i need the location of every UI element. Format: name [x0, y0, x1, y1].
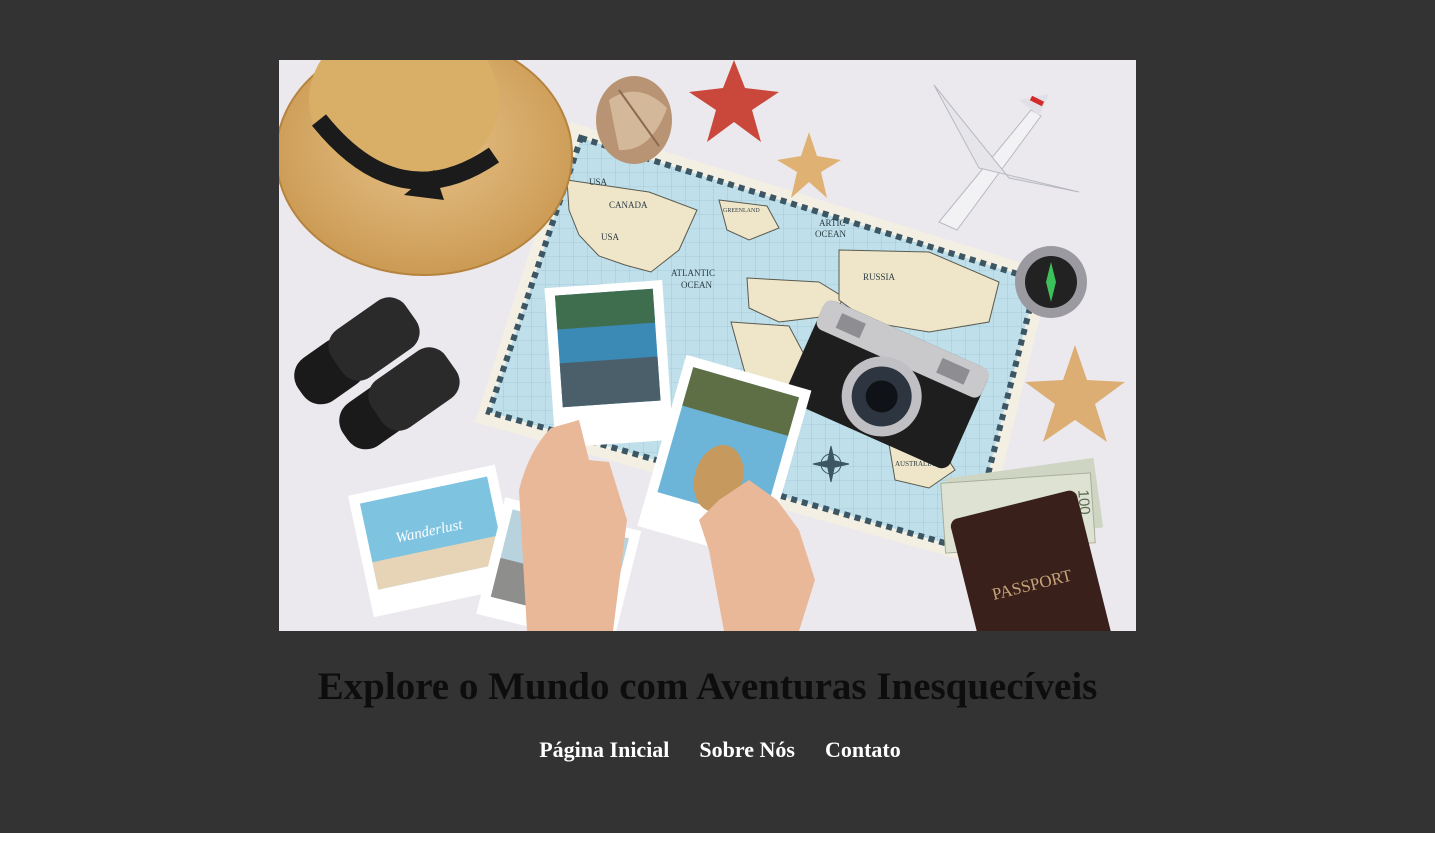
map-label-atlantic-ocean: OCEAN [681, 280, 712, 290]
map-label-arctic: ARTIC [819, 218, 845, 228]
map-label-canada: CANADA [609, 200, 648, 210]
page-background: USA CANADA GREENLAND USA ARTIC OCEAN ATL… [0, 0, 1435, 833]
nav-link-home[interactable]: Página Inicial [539, 734, 669, 766]
page-title: Explore o Mundo com Aventuras Inesquecív… [317, 665, 1098, 708]
map-label-russia: RUSSIA [863, 272, 896, 282]
map-label-atlantic: ATLANTIC [671, 268, 715, 278]
map-label-greenland: GREENLAND [723, 208, 760, 214]
map-label-ocean: OCEAN [815, 229, 846, 239]
map-label-usa-small: USA [589, 177, 608, 187]
held-photo-1 [544, 280, 674, 448]
travel-flatlay-illustration: USA CANADA GREENLAND USA ARTIC OCEAN ATL… [279, 60, 1136, 631]
main-nav: Página Inicial Sobre Nós Contato [0, 734, 1435, 766]
compass [1015, 246, 1087, 318]
nav-link-contact[interactable]: Contato [825, 734, 901, 766]
hero-image: USA CANADA GREENLAND USA ARTIC OCEAN ATL… [279, 60, 1136, 631]
nav-link-about[interactable]: Sobre Nós [699, 734, 795, 766]
map-label-usa: USA [601, 232, 620, 242]
seashell [596, 76, 672, 164]
